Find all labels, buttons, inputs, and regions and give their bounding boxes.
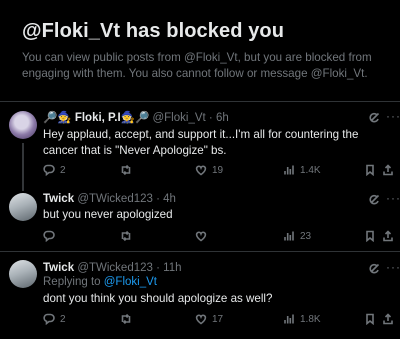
more-icon[interactable]: ··· bbox=[386, 192, 400, 204]
avatar[interactable] bbox=[9, 260, 37, 288]
more-icon[interactable]: ··· bbox=[386, 110, 400, 122]
views-button[interactable]: 1.8K bbox=[283, 313, 321, 325]
bookmark-icon bbox=[366, 230, 374, 242]
reply-button[interactable]: 2 bbox=[43, 164, 66, 176]
tweet[interactable]: Twick @TWicked123 · 11h ··· Replying to … bbox=[0, 252, 400, 339]
views-button[interactable]: 23 bbox=[283, 230, 311, 242]
blocked-description: You can view public posts from @Floki_Vt… bbox=[22, 51, 372, 80]
like-button[interactable] bbox=[195, 230, 212, 242]
tweet-time[interactable]: 11h bbox=[163, 262, 181, 274]
tweet-actions: 2 17 1.8K bbox=[43, 313, 393, 329]
tweet-text: Hey applaud, accept, and support it...I'… bbox=[43, 128, 359, 157]
retweet-icon bbox=[121, 313, 131, 325]
share-button[interactable] bbox=[382, 230, 394, 242]
retweet-button[interactable] bbox=[120, 164, 137, 176]
views-count: 23 bbox=[300, 230, 312, 242]
bookmark-icon bbox=[366, 164, 374, 176]
heart-icon bbox=[195, 314, 207, 325]
heart-icon bbox=[195, 231, 207, 242]
tweet-text: but you never apologized bbox=[43, 208, 173, 221]
tweet-actions: 2 19 1.4K bbox=[43, 164, 393, 180]
like-button[interactable]: 19 bbox=[195, 164, 223, 176]
reply-icon bbox=[43, 230, 55, 242]
tweet[interactable]: Twick @TWicked123 · 4h ··· but you never… bbox=[0, 186, 400, 251]
author-name[interactable]: 🔎🧙 Floki, P.I🧙🔎 bbox=[43, 112, 149, 124]
author-name[interactable]: Twick bbox=[43, 262, 74, 274]
share-icon bbox=[383, 313, 393, 325]
like-count: 19 bbox=[212, 164, 224, 176]
bookmark-button[interactable] bbox=[364, 230, 376, 242]
views-icon bbox=[284, 231, 294, 241]
tweet-time[interactable]: 6h bbox=[216, 112, 229, 124]
grok-icon[interactable] bbox=[368, 263, 380, 275]
reply-count: 2 bbox=[60, 164, 66, 176]
reply-icon bbox=[43, 313, 55, 325]
views-count: 1.4K bbox=[300, 164, 321, 176]
grok-icon[interactable] bbox=[368, 112, 380, 124]
share-icon bbox=[383, 164, 393, 176]
retweet-icon bbox=[121, 164, 131, 176]
retweet-button[interactable] bbox=[120, 313, 137, 325]
views-button[interactable]: 1.4K bbox=[283, 164, 321, 176]
tweet-actions: 23 bbox=[43, 230, 393, 246]
avatar[interactable] bbox=[9, 111, 37, 139]
like-button[interactable]: 17 bbox=[195, 313, 223, 325]
reply-button[interactable]: 2 bbox=[43, 313, 66, 325]
like-count: 17 bbox=[212, 313, 224, 325]
bookmark-button[interactable] bbox=[364, 164, 376, 176]
replying-to: Replying to @Floki_Vt bbox=[43, 276, 157, 288]
author-handle[interactable]: @TWicked123 bbox=[77, 193, 153, 205]
replying-to-label: Replying to bbox=[43, 276, 101, 288]
more-icon[interactable]: ··· bbox=[386, 261, 400, 273]
retweet-icon bbox=[121, 230, 131, 242]
tweet-text: dont you think you should apologize as w… bbox=[43, 292, 273, 305]
share-icon bbox=[383, 230, 393, 242]
reply-icon bbox=[43, 164, 55, 176]
reply-button[interactable] bbox=[43, 230, 60, 242]
share-button[interactable] bbox=[382, 164, 394, 176]
reply-count: 2 bbox=[60, 313, 66, 325]
author-name[interactable]: Twick bbox=[43, 193, 74, 205]
heart-icon bbox=[195, 165, 207, 176]
bookmark-button[interactable] bbox=[364, 313, 376, 325]
author-handle[interactable]: @Floki_Vt bbox=[152, 112, 205, 124]
tweet-time[interactable]: 4h bbox=[163, 193, 176, 205]
retweet-button[interactable] bbox=[120, 230, 137, 242]
thread-line bbox=[22, 186, 24, 191]
views-icon bbox=[284, 165, 294, 175]
blocked-banner: @Floki_Vt has blocked you You can view p… bbox=[0, 0, 400, 100]
views-count: 1.8K bbox=[300, 313, 321, 325]
tweet[interactable]: 🔎🧙 Floki, P.I🧙🔎 @Floki_Vt · 6h ··· Hey a… bbox=[0, 102, 400, 186]
author-handle[interactable]: @TWicked123 bbox=[77, 262, 153, 274]
bookmark-icon bbox=[366, 313, 374, 325]
grok-icon[interactable] bbox=[368, 194, 380, 206]
avatar[interactable] bbox=[9, 193, 37, 221]
thread-line bbox=[22, 143, 24, 186]
share-button[interactable] bbox=[382, 313, 394, 325]
views-icon bbox=[284, 314, 294, 324]
blocked-title: @Floki_Vt has blocked you bbox=[22, 20, 285, 42]
replying-to-handle[interactable]: @Floki_Vt bbox=[104, 276, 157, 288]
